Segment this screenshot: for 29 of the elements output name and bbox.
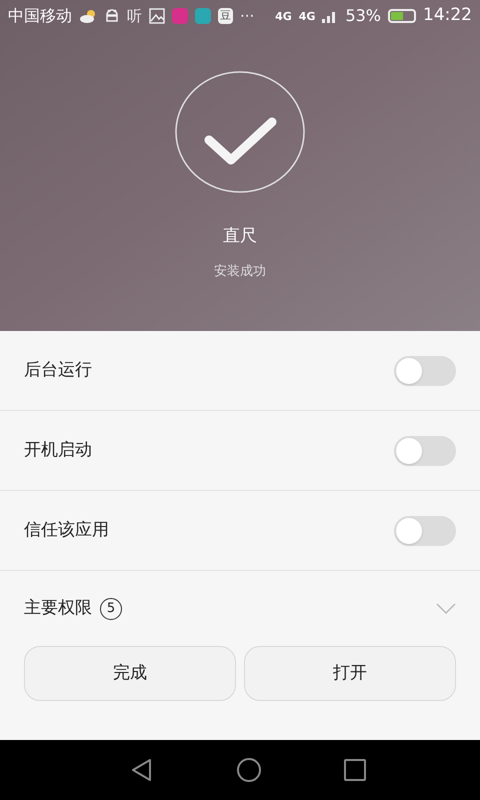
toggle-switch[interactable] bbox=[394, 356, 456, 386]
notification-icon: 听 bbox=[127, 4, 142, 28]
checkmark-circle-icon bbox=[174, 70, 306, 194]
clock: 14:22 bbox=[423, 4, 472, 28]
back-icon[interactable] bbox=[130, 758, 154, 782]
carrier-name: 中国移动 bbox=[8, 5, 72, 27]
install-status: 安装成功 bbox=[214, 262, 266, 280]
notification-icon: 豆 bbox=[218, 8, 233, 24]
cloud-sun-icon bbox=[79, 9, 97, 23]
permission-count: 5 bbox=[100, 598, 122, 620]
action-button[interactable]: 完成 bbox=[24, 646, 236, 701]
toggle-switch[interactable] bbox=[394, 516, 456, 546]
chevron-down-icon[interactable] bbox=[436, 602, 456, 614]
toggle-switch[interactable] bbox=[394, 436, 456, 466]
android-icon bbox=[104, 9, 120, 23]
permissions-label: 主要权限 bbox=[24, 596, 92, 620]
battery-icon bbox=[388, 9, 416, 23]
image-icon bbox=[149, 8, 165, 24]
setting-label: 开机启动 bbox=[24, 438, 93, 462]
network-type: 4G bbox=[298, 10, 316, 22]
action-button[interactable]: 打开 bbox=[244, 646, 456, 701]
setting-label: 信任该应用 bbox=[24, 518, 110, 542]
battery-percentage: 53% bbox=[345, 5, 381, 27]
recent-apps-icon[interactable] bbox=[344, 759, 366, 781]
home-icon[interactable] bbox=[236, 757, 262, 783]
setting-label: 后台运行 bbox=[24, 358, 93, 382]
network-type: 4G bbox=[275, 10, 292, 22]
app-name: 直尺 bbox=[223, 225, 257, 248]
notification-icon: ··· bbox=[240, 4, 254, 28]
